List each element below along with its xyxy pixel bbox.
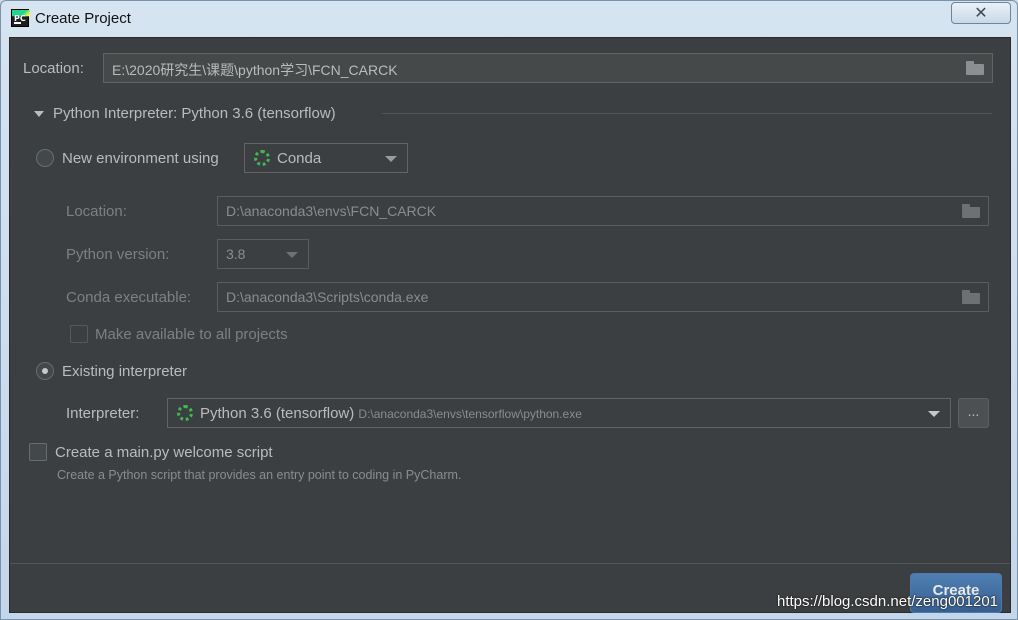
conda-icon xyxy=(254,150,270,166)
python-version-select[interactable]: 3.8 xyxy=(217,239,309,269)
dialog-content: Location: E:\2020研究生\课题\python学习\FCN_CAR… xyxy=(9,37,1011,613)
env-tool-select[interactable]: Conda xyxy=(244,143,408,173)
title-bar: PC Create Project ✕ xyxy=(1,1,1017,37)
close-button[interactable]: ✕ xyxy=(951,2,1011,24)
folder-icon[interactable] xyxy=(962,290,980,304)
section-separator xyxy=(382,113,992,114)
make-available-label: Make available to all projects xyxy=(95,326,288,343)
conda-icon xyxy=(177,405,193,421)
interpreter-label: Interpreter: xyxy=(66,405,140,422)
env-location-label: Location: xyxy=(66,203,127,220)
existing-interpreter-label: Existing interpreter xyxy=(62,363,188,380)
new-env-label: New environment using xyxy=(62,150,219,167)
interpreter-name: Python 3.6 (tensorflow) xyxy=(200,405,355,422)
make-available-checkbox[interactable] xyxy=(70,325,88,343)
interpreter-section-title[interactable]: Python Interpreter: Python 3.6 (tensorfl… xyxy=(53,105,336,122)
python-version-label: Python version: xyxy=(66,246,170,263)
browse-interpreter-button[interactable]: ... xyxy=(958,398,989,428)
conda-exe-field[interactable]: D:\anaconda3\Scripts\conda.exe xyxy=(217,282,989,312)
watermark-text: https://blog.csdn.net/zeng001201 xyxy=(777,593,999,610)
folder-icon[interactable] xyxy=(962,204,980,218)
conda-exe-value: D:\anaconda3\Scripts\conda.exe xyxy=(226,289,429,305)
chevron-down-icon xyxy=(928,411,940,417)
collapse-triangle-icon[interactable] xyxy=(34,111,44,117)
welcome-script-label: Create a main.py welcome script xyxy=(55,444,273,461)
interpreter-path: D:\anaconda3\envs\tensorflow\python.exe xyxy=(358,407,582,421)
new-env-radio[interactable] xyxy=(36,149,54,167)
conda-exe-label: Conda executable: xyxy=(66,289,192,306)
location-label: Location: xyxy=(23,60,84,77)
pycharm-icon: PC xyxy=(11,9,29,27)
folder-icon[interactable] xyxy=(966,61,984,75)
welcome-script-hint: Create a Python script that provides an … xyxy=(57,468,462,482)
project-location-value: E:\2020研究生\课题\python学习\FCN_CARCK xyxy=(112,62,398,78)
env-location-field[interactable]: D:\anaconda3\envs\FCN_CARCK xyxy=(217,196,989,226)
dialog-window: PC Create Project ✕ Location: E:\2020研究生… xyxy=(0,0,1018,620)
chevron-down-icon xyxy=(286,252,298,258)
env-tool-value: Conda xyxy=(277,150,322,167)
interpreter-select[interactable]: Python 3.6 (tensorflow) D:\anaconda3\env… xyxy=(167,398,951,428)
welcome-script-checkbox[interactable] xyxy=(29,443,47,461)
existing-interpreter-radio[interactable] xyxy=(36,362,54,380)
window-title: Create Project xyxy=(35,10,131,27)
env-location-value: D:\anaconda3\envs\FCN_CARCK xyxy=(226,203,437,219)
footer-separator xyxy=(10,563,1010,564)
chevron-down-icon xyxy=(385,156,397,162)
python-version-value: 3.8 xyxy=(226,246,246,262)
project-location-field[interactable]: E:\2020研究生\课题\python学习\FCN_CARCK xyxy=(103,53,993,83)
